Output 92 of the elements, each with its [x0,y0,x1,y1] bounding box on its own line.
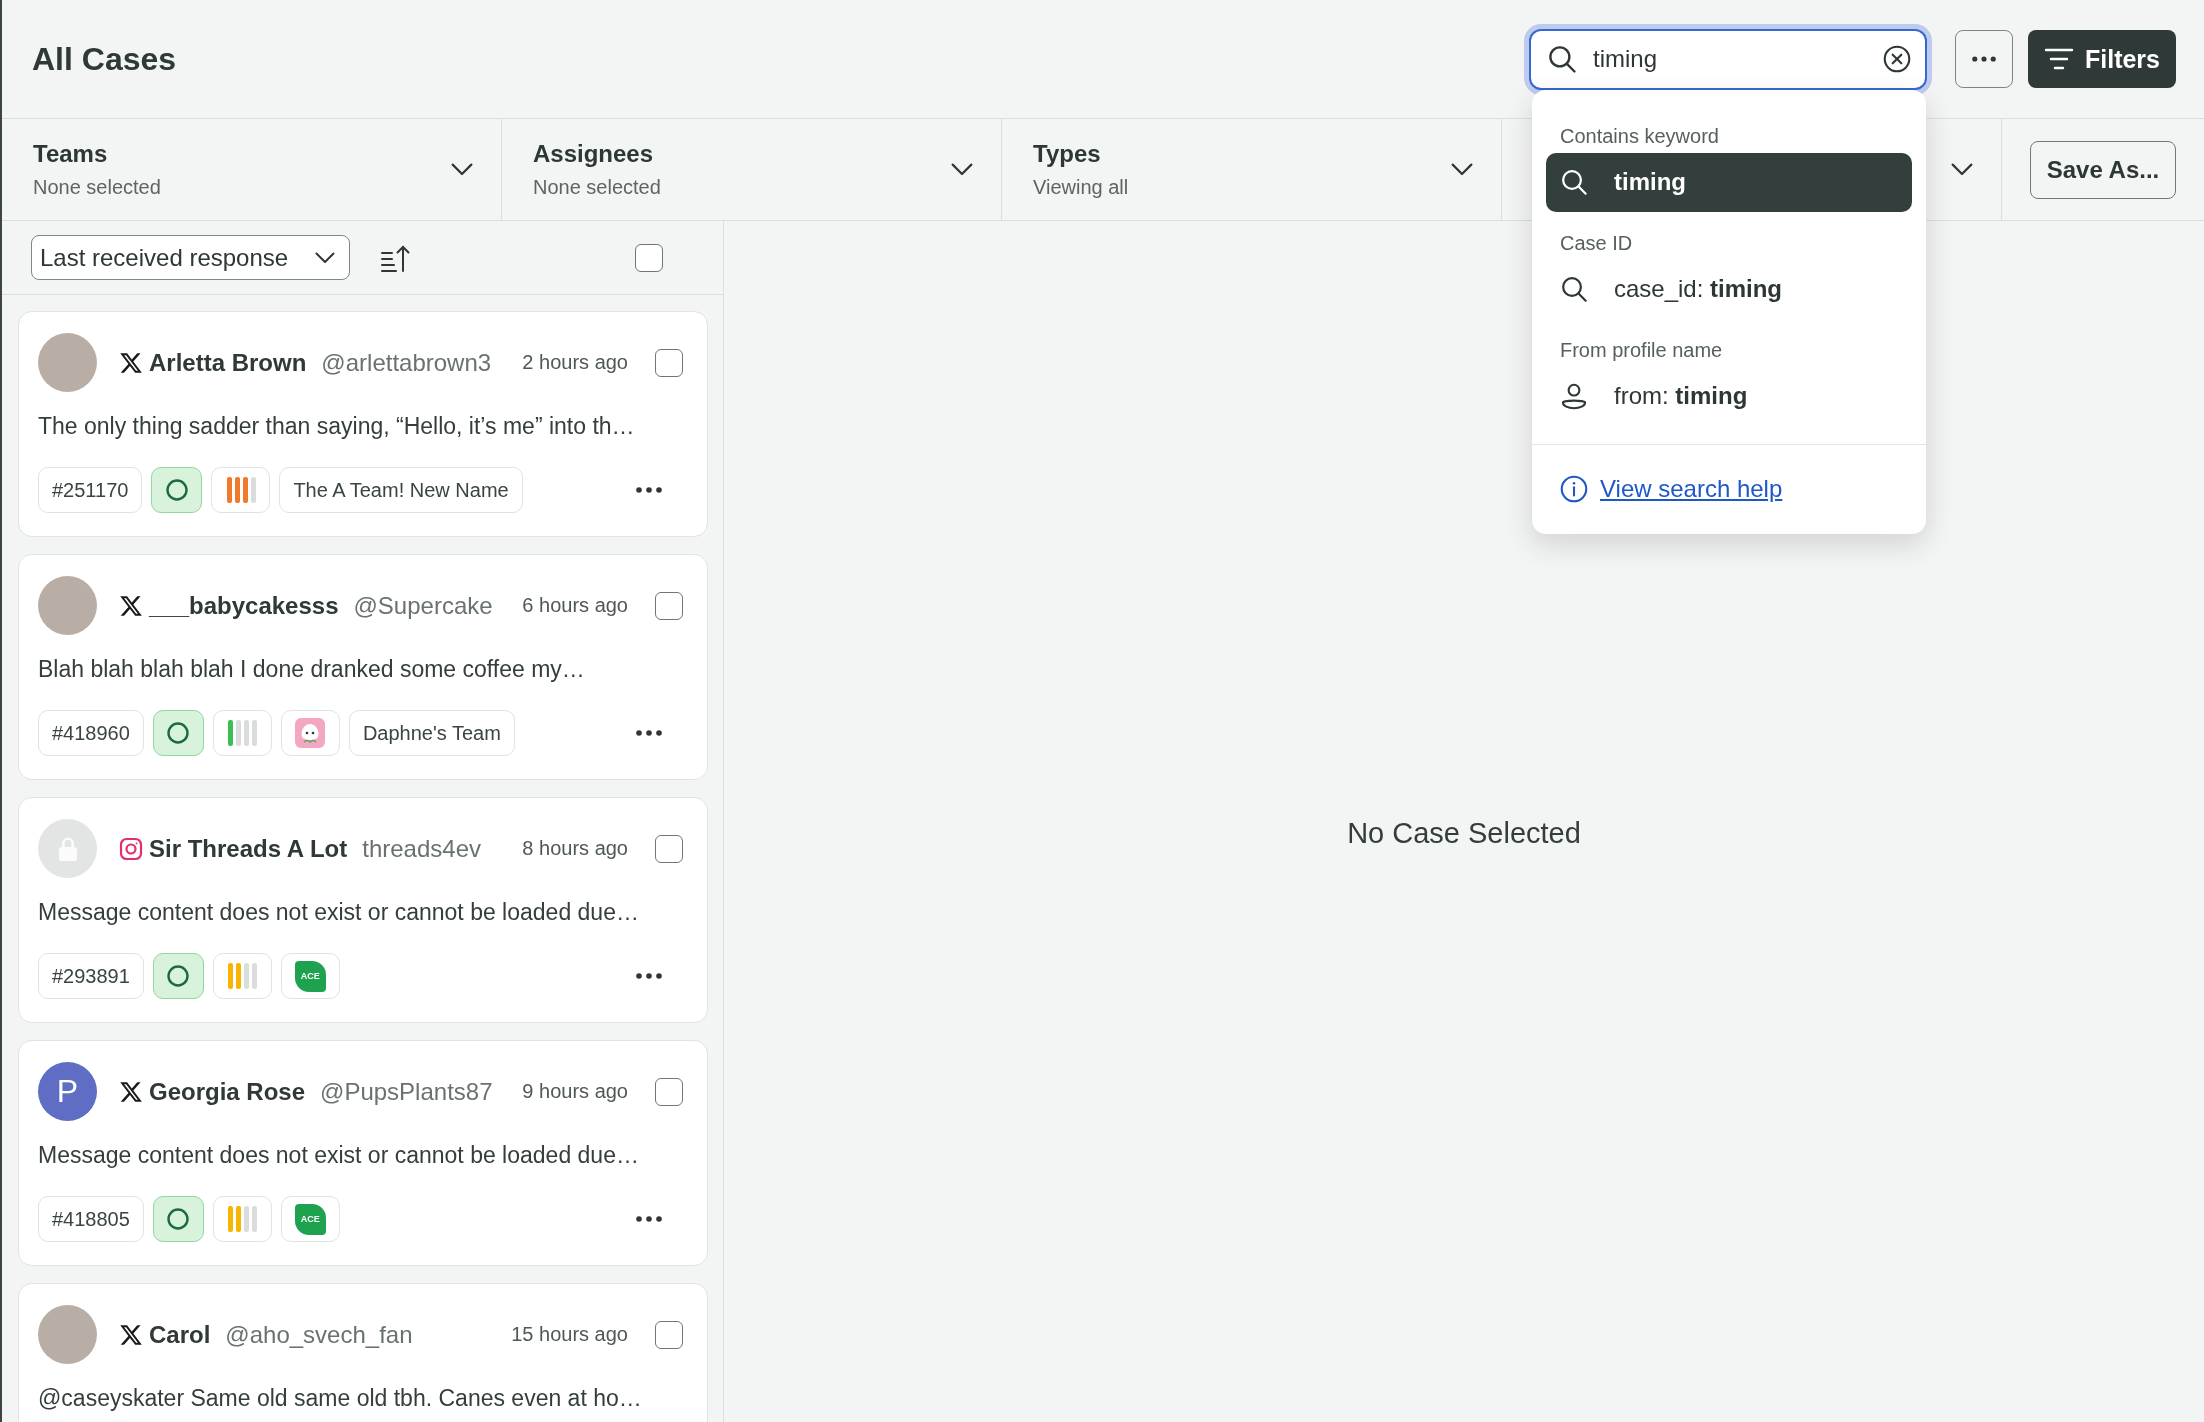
author-name: Arletta Brown [149,348,307,377]
search-icon [1559,168,1588,196]
chevron-down-icon [315,251,335,264]
x-logo-icon [119,1079,143,1104]
menu-section-heading: Case ID [1559,230,1633,256]
x-logo-icon [119,593,143,618]
clear-search-button[interactable] [1882,45,1911,73]
message-preview: Blah blah blah blah I done dranked some coffee my… [38,655,585,684]
x-logo-icon [119,350,143,375]
timestamp: 15 hours ago [510,1323,628,1346]
more-actions-button[interactable] [636,1216,662,1222]
search-help-link[interactable]: View search help [1599,475,1783,503]
filter-label: Types [1033,140,1101,168]
ellipsis-icon [636,730,662,736]
ellipsis-icon [636,1216,662,1222]
filter-dropdown[interactable]: Teams None selected [2,119,502,220]
message-preview: @caseyskater Same old same old tbh. Canes even at ho… [38,1384,642,1413]
menu-section-heading: From profile name [1559,337,1723,363]
filter-value: Viewing all [1033,176,1129,199]
save-as-button[interactable]: Save As... [2030,140,2176,199]
more-actions-button[interactable] [636,487,662,493]
case-checkbox[interactable] [655,591,683,620]
person-icon [1559,382,1588,410]
avatar-initial: P [38,1062,97,1121]
author-handle: @Supercake [353,591,493,620]
chevron-down-icon [1451,162,1473,177]
search-input[interactable]: timing [1592,42,1871,76]
more-actions-button[interactable] [636,973,662,979]
timestamp: 2 hours ago [521,351,628,374]
author-name: Sir Threads A Lot [149,834,348,863]
message-preview: Message content does not exist or cannot be loaded due… [38,1141,639,1170]
sort-ascending-icon [380,243,410,272]
sort-dropdown[interactable]: Last received response [31,235,350,280]
author-name: ___babycakesss [149,591,339,620]
author-handle: @PupsPlants87 [320,1077,493,1106]
case-checkbox[interactable] [655,834,683,863]
team-tag: The A Team! New Name [279,467,523,513]
sort-order-button[interactable] [380,243,410,272]
filter-label: Assignees [533,140,654,168]
ellipsis-icon [1971,56,1996,62]
suggestion-item[interactable]: case_id: timing [1545,259,1912,319]
info-icon [1559,475,1588,503]
chevron-down-icon [1951,162,1973,177]
case-id-tag: #251170 [38,467,143,513]
case-id-tag: #293891 [38,953,144,999]
case-checkbox[interactable] [655,1320,683,1349]
suggestion-item[interactable]: timing [1545,152,1912,212]
page-title: All Cases [32,40,177,78]
search-icon [1559,275,1588,303]
author-name: Carol [149,1320,211,1349]
case-card[interactable]: P Georgia Rose @PupsPlants87 9 hours ago Message content does not exist or cannot be loaded due… #418805 ACE [18,1040,708,1266]
message-preview: The only thing sadder than saying, “Hello, it’s me” into th… [38,412,635,441]
team-tag: Daphne's Team [348,710,515,756]
case-checkbox[interactable] [655,1077,683,1106]
author-handle: @aho_svech_fan [225,1320,413,1349]
message-preview: Message content does not exist or cannot be loaded due… [38,898,639,927]
case-card[interactable]: Carol @aho_svech_fan 15 hours ago @caseyskater Same old same old tbh. Canes even at ho… [18,1283,708,1422]
case-checkbox[interactable] [655,348,683,377]
camera-icon [119,836,143,861]
filter-value: None selected [533,176,661,199]
more-button[interactable] [1954,30,2013,88]
ellipsis-icon [636,487,662,493]
author-handle: threads4ev [362,834,481,863]
timestamp: 8 hours ago [521,837,628,860]
ellipsis-icon [636,973,662,979]
case-id-tag: #418960 [38,710,144,756]
chevron-down-icon [451,162,473,177]
filter-value: None selected [33,176,161,199]
team-logo: ACE [294,960,326,992]
timestamp: 6 hours ago [521,594,628,617]
blob-face-icon [280,710,340,756]
filter-lines-icon [2043,48,2074,70]
case-card[interactable]: ___babycakesss @Supercake 6 hours ago Blah blah blah blah I done dranked some coffee my… #418960 Daphne's Team [18,554,708,780]
team-logo: ACE [294,1203,326,1235]
select-all-checkbox[interactable] [635,243,663,272]
author-handle: @arlettabrown3 [321,348,492,377]
search-icon [1546,44,1577,74]
timestamp: 9 hours ago [521,1080,628,1103]
suggestion-item[interactable]: from: timing [1545,366,1912,426]
filter-label: Teams [33,140,108,168]
menu-section-heading: Contains keyword [1559,123,1719,149]
empty-state-text: No Case Selected [1347,817,1581,850]
chevron-down-icon [951,162,973,177]
more-actions-button[interactable] [636,730,662,736]
filter-dropdown[interactable]: Types Viewing all [1002,119,1502,220]
case-id-tag: #418805 [38,1196,144,1242]
case-card[interactable]: Sir Threads A Lot threads4ev 8 hours ago Message content does not exist or cannot be loaded due… #293891 ACE [18,797,708,1023]
author-name: Georgia Rose [149,1077,306,1106]
case-card[interactable]: Arletta Brown @arlettabrown3 2 hours ago The only thing sadder than saying, “Hello, it’s me” into th… #251170 The A Team! New Name [18,311,708,537]
filters-button[interactable]: Filters [2027,30,2176,88]
x-logo-icon [119,1322,143,1347]
filter-dropdown[interactable]: Assignees None selected [502,119,1002,220]
